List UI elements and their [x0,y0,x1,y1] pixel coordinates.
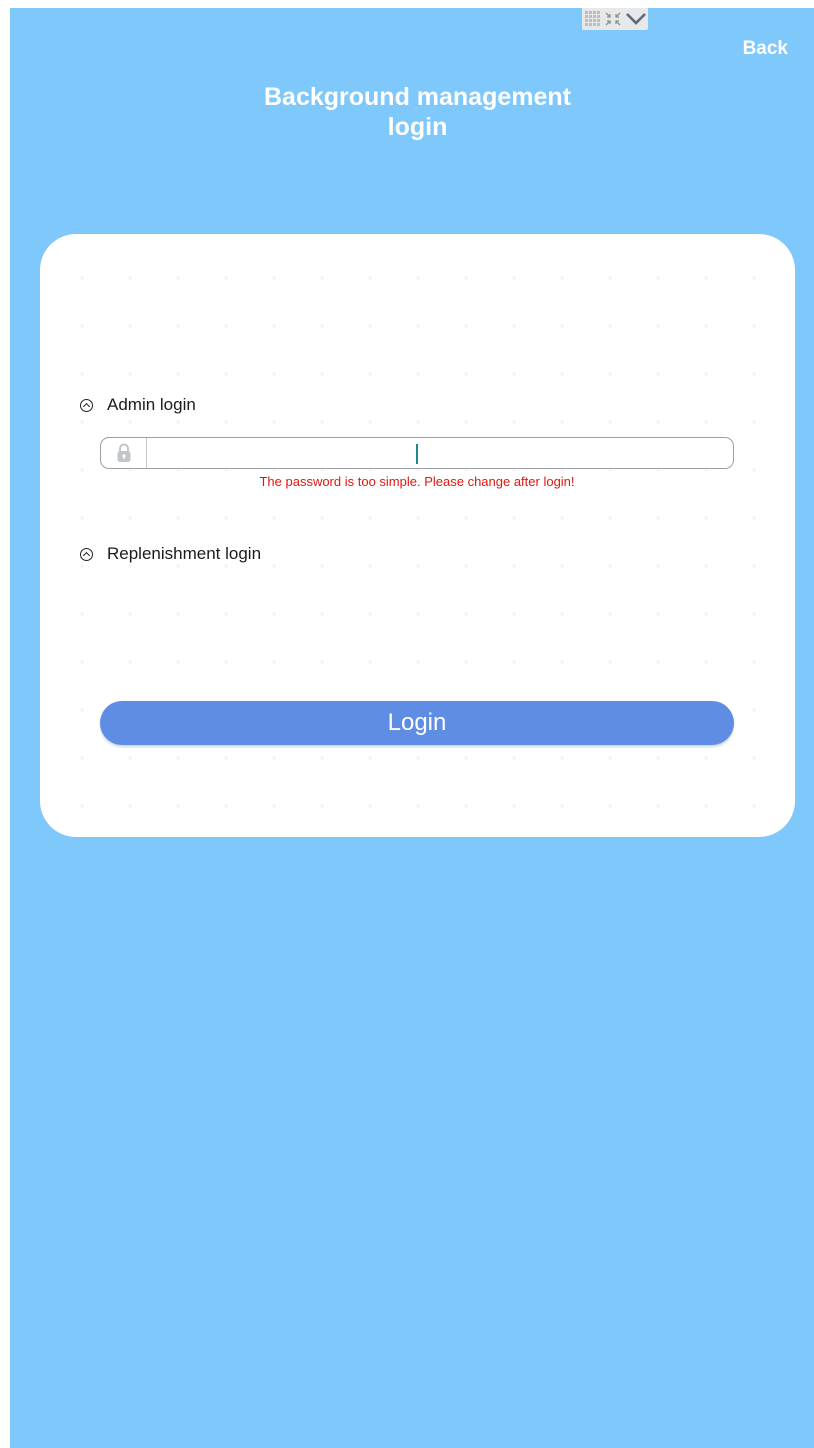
login-button[interactable]: Login [100,701,734,745]
text-cursor [416,444,418,464]
page-title: Background management login [263,83,571,141]
replenishment-login-label: Replenishment login [107,544,262,563]
chevron-up-circle-icon [80,547,93,561]
admin-login-toggle[interactable]: Admin login [80,395,196,415]
back-button[interactable]: Back [743,38,788,60]
replenishment-login-toggle[interactable]: Replenishment login [80,544,261,564]
password-field[interactable] [100,437,734,469]
keyboard-toggle-bar[interactable] [582,8,648,30]
password-warning: The password is too simple. Please chang… [259,474,575,489]
keyboard-grid-icon[interactable] [585,11,601,27]
password-input[interactable] [147,438,733,468]
shrink-icon[interactable] [604,11,622,27]
card-pattern [40,234,795,837]
chevron-up-circle-icon [80,398,93,412]
lock-icon-wrapper [101,438,147,468]
chevron-down-icon[interactable] [625,11,647,27]
lock-icon [117,443,130,462]
admin-login-label: Admin login [107,395,196,414]
login-card: Admin login The password is too simple. … [40,234,795,837]
login-screen: Back Background management login Admin l… [10,8,814,1448]
